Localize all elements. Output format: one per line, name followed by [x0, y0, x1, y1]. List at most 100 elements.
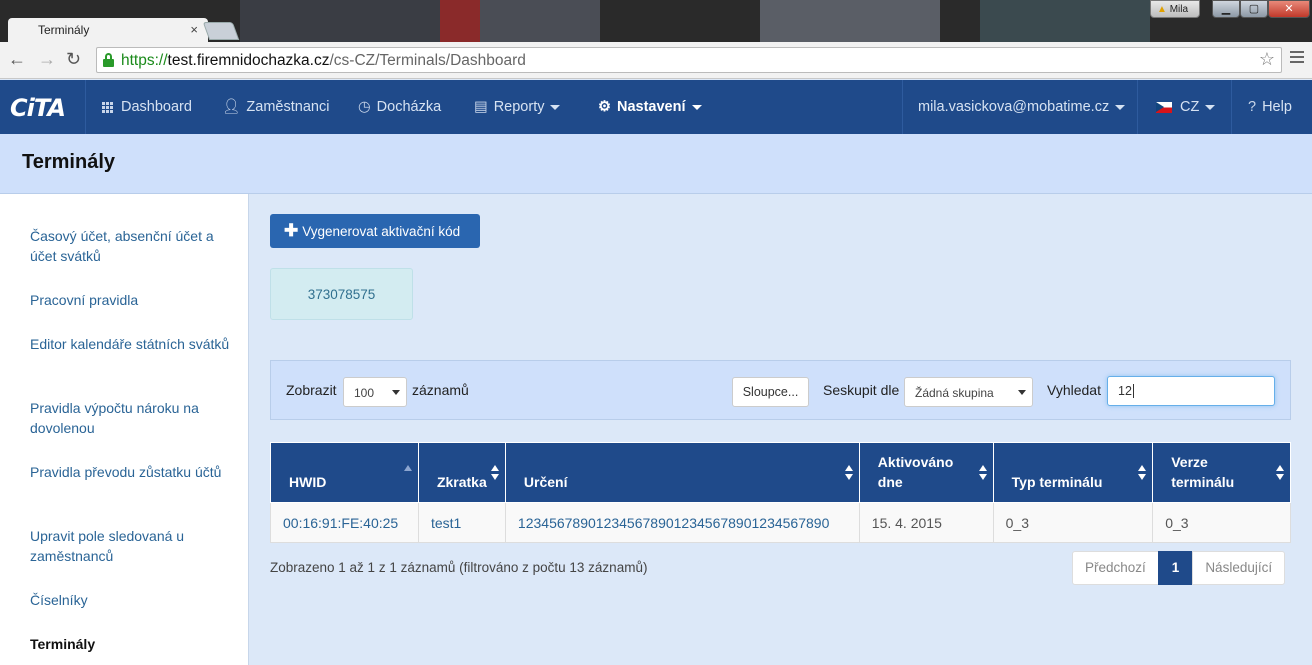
- cell-hwid[interactable]: 00:16:91:FE:40:25: [270, 502, 419, 543]
- nav-divider: [902, 80, 903, 134]
- group-by-value: Žádná skupina: [915, 386, 994, 400]
- pagination-previous[interactable]: Předchozí: [1072, 551, 1159, 585]
- pagination: Předchozí 1 Následující: [1072, 551, 1286, 585]
- columns-button[interactable]: Sloupce...: [732, 377, 809, 407]
- column-header-activated-date[interactable]: Aktivováno dne: [858, 442, 994, 503]
- generate-activation-code-button[interactable]: ✚ Vygenerovat aktivační kód: [270, 214, 480, 248]
- page-size-value: 100: [354, 386, 375, 400]
- cell-abbreviation[interactable]: test1: [417, 502, 506, 543]
- maximize-window-button[interactable]: ▢: [1240, 0, 1268, 18]
- sort-icon: [844, 465, 853, 481]
- sidebar-item-time-accounts[interactable]: Časový účet, absenční účet a účet svátků: [30, 226, 230, 266]
- url-path: /cs-CZ/Terminals/Dashboard: [329, 52, 526, 69]
- chevron-down-icon: [1115, 104, 1126, 110]
- show-label: Zobrazit: [286, 382, 337, 398]
- window-user-badge[interactable]: ▲ Mila: [1150, 0, 1200, 18]
- sidebar-item-terminals[interactable]: Terminály: [30, 634, 230, 654]
- table-toolbar: Zobrazit 100 záznamů Sloupce... Seskupit…: [270, 360, 1291, 420]
- warning-icon: ▲: [1157, 4, 1167, 15]
- nav-settings-label: Nastavení: [617, 99, 686, 115]
- window-user-name: Mila: [1169, 4, 1189, 15]
- search-input-value: 12: [1118, 384, 1132, 398]
- column-header-abbreviation[interactable]: Zkratka: [417, 442, 506, 503]
- cell-terminal-version: 0_3: [1152, 502, 1291, 543]
- column-header-terminal-version[interactable]: Verze terminálu: [1152, 442, 1291, 503]
- clock-icon: ◷: [358, 99, 371, 115]
- sidebar-item-vacation-rules[interactable]: Pravidla výpočtu nároku na dovolenou: [30, 398, 230, 438]
- pagination-page-1[interactable]: 1: [1157, 551, 1194, 585]
- page-header: Terminály: [0, 134, 1312, 194]
- nav-help[interactable]: ? Help: [1248, 80, 1292, 134]
- help-label: Help: [1262, 99, 1292, 115]
- cell-purpose[interactable]: 1234567890123456789012345678901234567890: [504, 502, 860, 543]
- nav-settings[interactable]: ⚙ Nastavení: [598, 80, 702, 134]
- nav-attendance-label: Docházka: [376, 99, 442, 115]
- sidebar-item-work-rules[interactable]: Pracovní pravidla: [30, 290, 230, 310]
- text-cursor: [1132, 384, 1134, 398]
- browser-tab[interactable]: Terminály ×: [8, 18, 208, 42]
- table-row[interactable]: 00:16:91:FE:40:25 test1 1234567890123456…: [270, 502, 1291, 543]
- settings-sidebar: Časový účet, absenční účet a účet svátků…: [0, 194, 249, 665]
- browser-toolbar: ← → ↻ https://test.firemnidochazka.cz/cs…: [0, 42, 1312, 79]
- nav-dashboard[interactable]: Dashboard: [102, 80, 192, 134]
- sort-icon: [1276, 465, 1284, 481]
- address-bar[interactable]: https://test.firemnidochazka.cz/cs-CZ/Te…: [96, 47, 1282, 73]
- close-window-button[interactable]: ✕: [1268, 0, 1310, 18]
- bookmark-star-icon[interactable]: ☆: [1259, 49, 1275, 70]
- sort-ascending-icon: [403, 465, 412, 481]
- new-tab-button[interactable]: [202, 22, 240, 40]
- nav-employees[interactable]: 👤︎ Zaměstnanci: [222, 80, 329, 134]
- nav-divider: [1137, 80, 1138, 134]
- brand-logo[interactable]: CiTA: [0, 80, 86, 134]
- group-by-select[interactable]: Žádná skupina: [904, 377, 1033, 407]
- cell-activated-date: 15. 4. 2015: [858, 502, 994, 543]
- dashboard-grid-icon: [102, 101, 113, 113]
- chevron-down-icon: [392, 390, 400, 395]
- user-icon: 👤︎: [222, 99, 241, 115]
- chevron-down-icon: [1205, 104, 1216, 110]
- czech-flag-icon: [1156, 101, 1172, 113]
- url-host: test.firemnidochazka.cz: [167, 52, 330, 69]
- sort-icon: [1138, 465, 1147, 481]
- browser-tab-title: Terminály: [38, 23, 90, 37]
- terminals-table: HWID Zkratka Určení Aktivováno dne Typ t…: [270, 442, 1291, 543]
- printer-icon: ▤: [474, 99, 488, 115]
- column-header-purpose[interactable]: Určení: [504, 442, 860, 503]
- nav-reports-label: Reporty: [493, 99, 545, 115]
- plus-icon: ✚: [284, 221, 299, 240]
- group-by-label: Seskupit dle: [823, 382, 900, 398]
- sidebar-item-balance-transfer[interactable]: Pravidla převodu zůstatku účtů: [30, 462, 230, 482]
- cell-terminal-type: 0_3: [992, 502, 1154, 543]
- gear-icon: ⚙: [598, 99, 611, 115]
- chevron-down-icon: [691, 104, 702, 110]
- chevron-down-icon: [550, 104, 561, 110]
- minimize-window-button[interactable]: ▁: [1212, 0, 1240, 18]
- forward-arrow-icon[interactable]: →: [38, 49, 56, 70]
- sidebar-item-holiday-calendar[interactable]: Editor kalendáře státních svátků: [30, 334, 230, 354]
- nav-language[interactable]: CZ: [1156, 80, 1216, 134]
- nav-divider: [1231, 80, 1232, 134]
- pagination-next[interactable]: Následující: [1192, 551, 1286, 585]
- logo-text: CiTA: [10, 94, 66, 122]
- page-size-select[interactable]: 100: [343, 377, 407, 407]
- search-input[interactable]: 12: [1107, 376, 1275, 406]
- back-arrow-icon[interactable]: ←: [8, 49, 26, 70]
- sidebar-item-employee-fields[interactable]: Upravit pole sledovaná u zaměstnanců: [30, 526, 230, 566]
- column-header-terminal-type[interactable]: Typ terminálu: [992, 442, 1154, 503]
- table-info: Zobrazeno 1 až 1 z 1 záznamů (filtrováno…: [270, 560, 648, 575]
- generate-button-label: Vygenerovat aktivační kód: [302, 224, 461, 239]
- browser-menu-icon[interactable]: [1290, 51, 1304, 66]
- nav-employees-label: Zaměstnanci: [246, 99, 330, 115]
- nav-attendance[interactable]: ◷ Docházka: [358, 80, 441, 134]
- records-label: záznamů: [412, 382, 469, 398]
- nav-reports[interactable]: ▤ Reporty: [474, 80, 561, 134]
- reload-icon[interactable]: ↻: [66, 49, 81, 70]
- nav-user-menu[interactable]: mila.vasickova@mobatime.cz: [918, 80, 1126, 134]
- chevron-down-icon: [1018, 390, 1026, 395]
- search-label: Vyhledat: [1047, 382, 1101, 398]
- tab-close-icon[interactable]: ×: [190, 22, 198, 37]
- browser-tabstrip: Terminály × ▲ Mila ▁ ▢ ✕: [0, 0, 1312, 42]
- sidebar-item-code-lists[interactable]: Číselníky: [30, 590, 230, 610]
- lock-icon: [103, 53, 114, 67]
- column-header-hwid[interactable]: HWID: [270, 442, 419, 503]
